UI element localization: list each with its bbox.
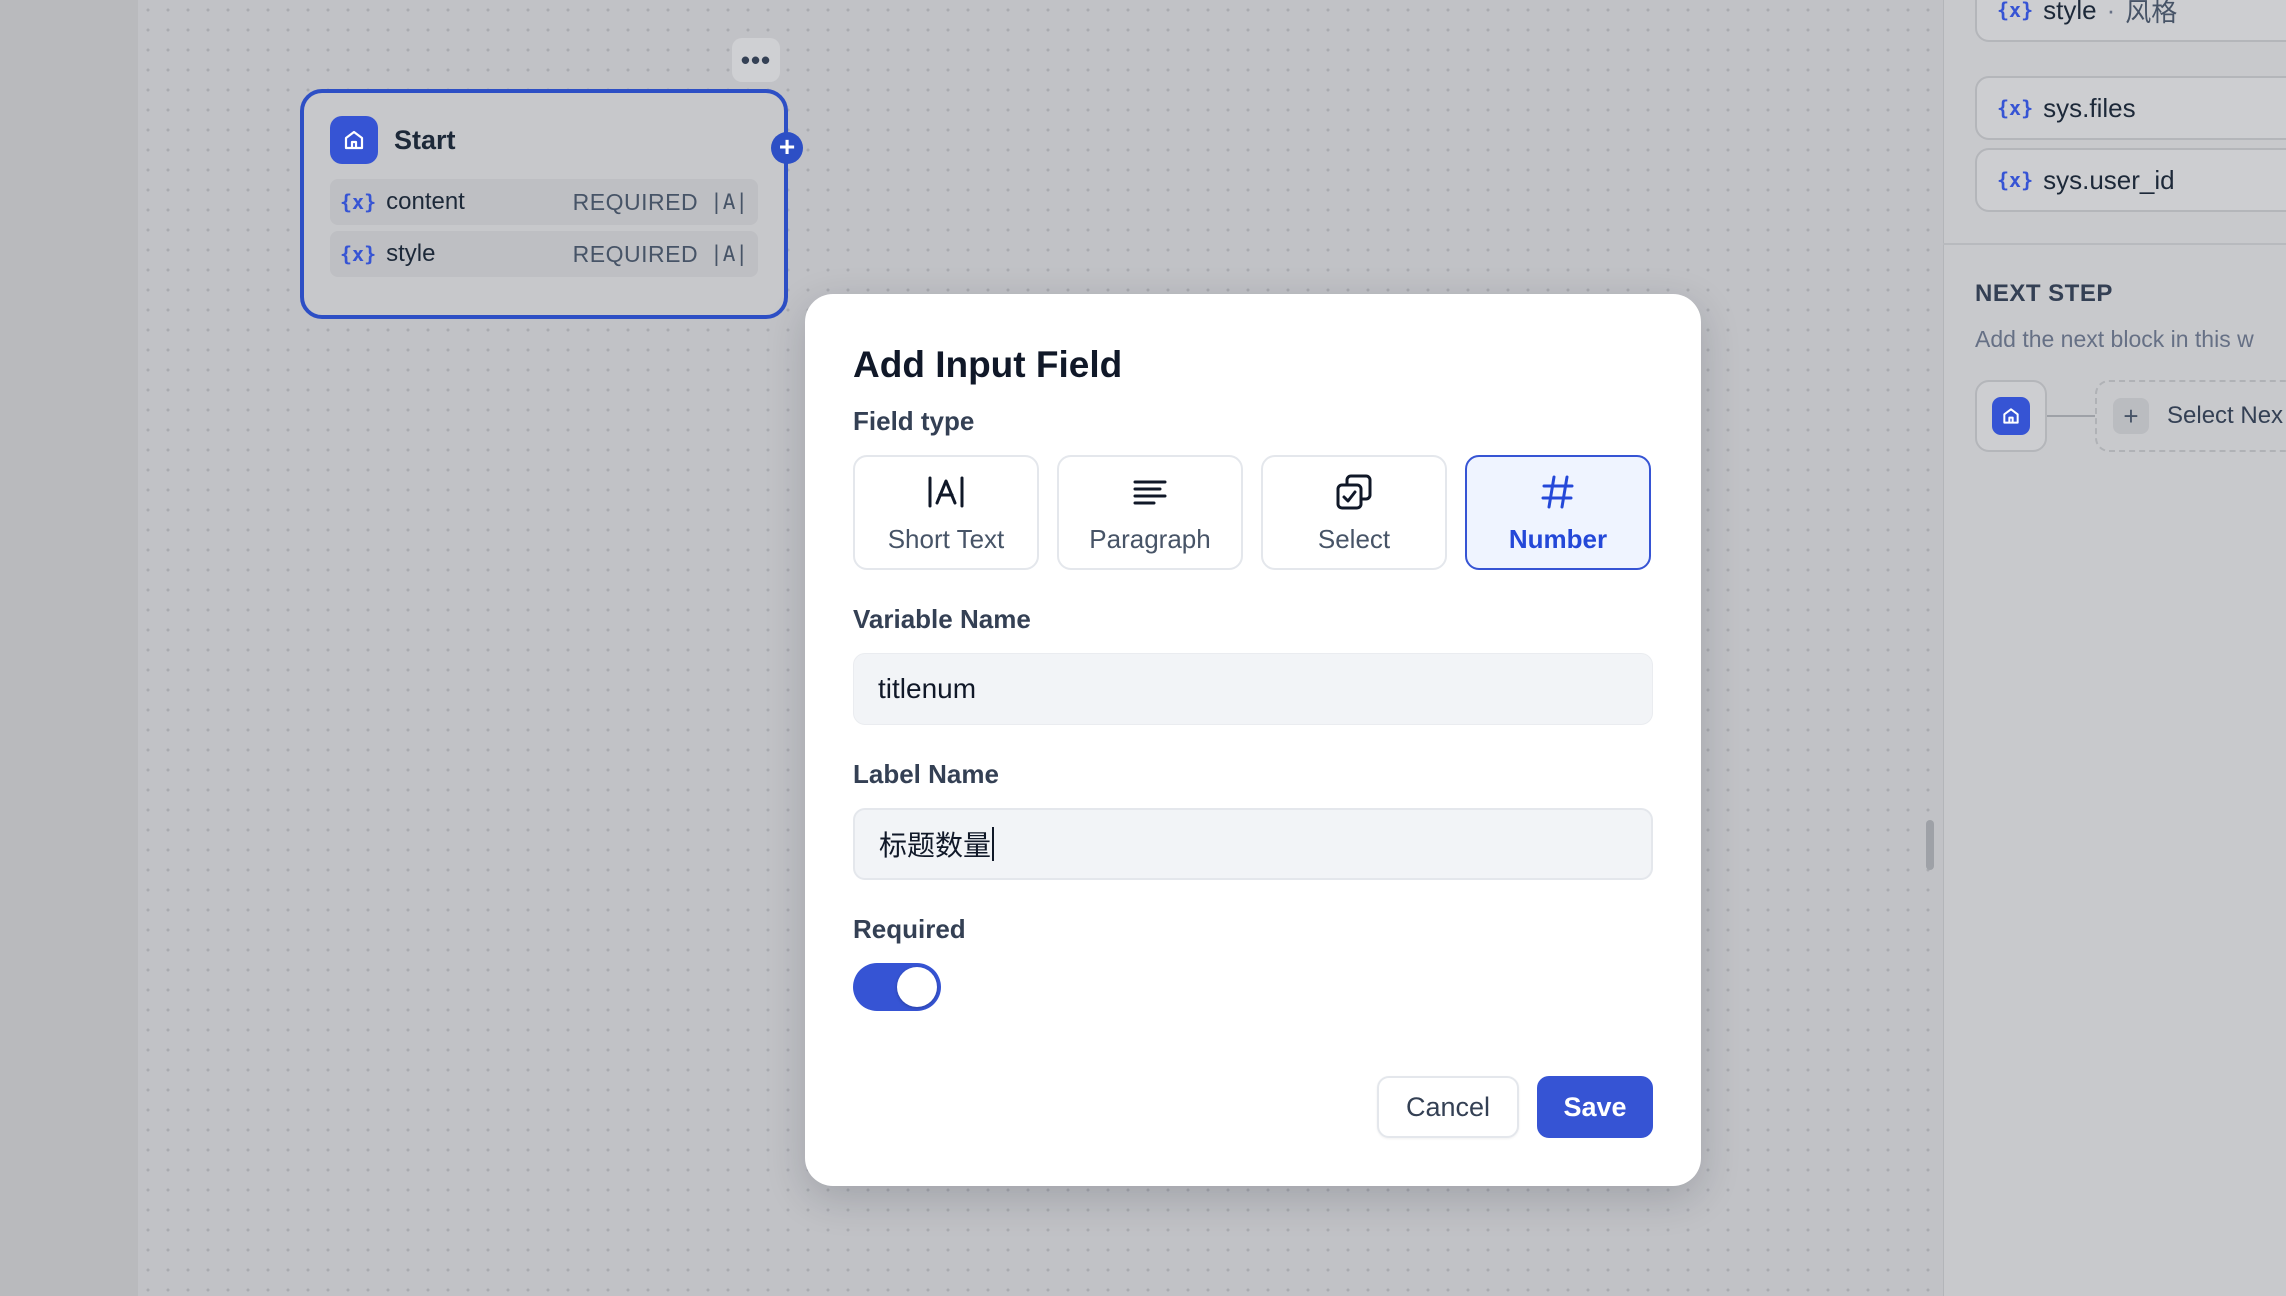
- node-more-button[interactable]: •••: [732, 38, 780, 82]
- field-type-label: Select: [1317, 524, 1391, 554]
- add-next-node-button[interactable]: +: [771, 132, 803, 164]
- label-name-input[interactable]: 标题数量: [853, 808, 1653, 880]
- next-step-title: NEXT STEP: [1975, 280, 2113, 307]
- variable-name-input[interactable]: titlenum: [853, 653, 1653, 725]
- select-next-label: Select Nex: [2167, 402, 2284, 429]
- field-type-paragraph[interactable]: Paragraph: [1057, 455, 1243, 570]
- separator: ·: [2106, 0, 2116, 25]
- left-sidebar: [0, 0, 138, 1296]
- short-text-icon: [926, 470, 966, 514]
- toggle-knob: [897, 967, 937, 1007]
- variable-icon: {x}: [340, 190, 377, 214]
- panel-variable-item[interactable]: {x} style · 风格: [1975, 0, 2286, 42]
- variable-name-value: titlenum: [878, 673, 977, 704]
- panel-variable-item[interactable]: {x} sys.files: [1975, 76, 2286, 140]
- variable-icon: {x}: [1997, 96, 2034, 120]
- current-node-chip: [1975, 380, 2047, 452]
- cancel-button[interactable]: Cancel: [1377, 1076, 1519, 1138]
- panel-resize-handle[interactable]: [1926, 820, 1934, 870]
- variable-icon: {x}: [1997, 0, 2034, 22]
- variable-icon: {x}: [1997, 168, 2034, 192]
- required-badge: REQUIRED: [572, 240, 699, 267]
- field-type-label: Paragraph: [1089, 524, 1211, 554]
- node-title: Start: [394, 124, 456, 155]
- short-text-icon: |A|: [710, 242, 748, 266]
- label-name-label: Label Name: [853, 759, 999, 789]
- add-input-field-dialog: Add Input Field Field type Short Text Pa…: [805, 294, 1701, 1186]
- select-icon: [1335, 470, 1373, 514]
- next-step-description: Add the next block in this w: [1975, 326, 2254, 352]
- variable-name: style: [386, 240, 436, 267]
- variable-icon: {x}: [340, 242, 377, 266]
- field-type-label: Field type: [853, 406, 975, 436]
- required-toggle[interactable]: [853, 963, 941, 1011]
- variable-name: sys.files: [2043, 92, 2136, 123]
- required-label: Required: [853, 914, 966, 944]
- panel-divider: [1943, 243, 2286, 245]
- plus-icon: +: [2113, 398, 2149, 434]
- field-type-label: Number: [1508, 524, 1608, 554]
- panel-variable-item[interactable]: {x} sys.user_id: [1975, 148, 2286, 212]
- label-name-value: 标题数量: [879, 830, 992, 861]
- variable-name: style: [2043, 0, 2097, 25]
- variable-name: content: [386, 188, 465, 215]
- variable-name: sys.user_id: [2043, 164, 2175, 195]
- paragraph-icon: [1132, 470, 1168, 514]
- node-header: Start: [330, 115, 758, 165]
- connector-line: [2047, 415, 2095, 417]
- variable-label: 风格: [2125, 0, 2178, 27]
- start-node[interactable]: Start + {x} content REQUIRED |A| {x} sty…: [300, 89, 803, 319]
- dialog-actions: Cancel Save: [1377, 1076, 1653, 1138]
- home-icon: [1992, 397, 2030, 435]
- save-button[interactable]: Save: [1537, 1076, 1653, 1138]
- field-type-number[interactable]: Number: [1465, 455, 1651, 570]
- text-caret: [992, 827, 995, 861]
- field-type-short-text[interactable]: Short Text: [853, 455, 1039, 570]
- field-type-options: Short Text Paragraph Select Number: [853, 455, 1653, 570]
- field-type-select[interactable]: Select: [1261, 455, 1447, 570]
- node-variable-row: {x} style REQUIRED |A|: [330, 231, 758, 277]
- required-badge: REQUIRED: [572, 188, 699, 215]
- variable-name-label: Variable Name: [853, 604, 1031, 634]
- home-icon: [330, 116, 378, 164]
- node-variable-row: {x} content REQUIRED |A|: [330, 179, 758, 225]
- field-type-label: Short Text: [887, 524, 1005, 554]
- select-next-block-button[interactable]: + Select Nex: [2095, 380, 2286, 452]
- dialog-title: Add Input Field: [853, 344, 1123, 385]
- short-text-icon: |A|: [710, 190, 748, 214]
- number-icon: [1541, 470, 1575, 514]
